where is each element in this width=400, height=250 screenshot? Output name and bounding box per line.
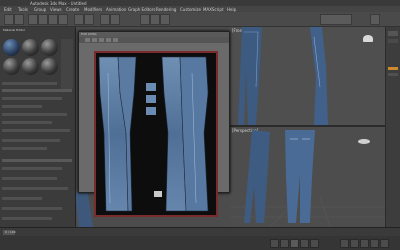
param-row[interactable]	[2, 89, 72, 92]
fov-icon[interactable]	[370, 239, 379, 248]
modifier-stack-item[interactable]	[388, 67, 398, 70]
move-icon[interactable]	[85, 38, 90, 42]
select-icon[interactable]	[28, 14, 38, 25]
param-row[interactable]	[2, 129, 70, 132]
key-mode-icon[interactable]	[270, 239, 279, 248]
play-icon[interactable]	[290, 239, 299, 248]
viewport-front[interactable]: [Front]	[230, 27, 385, 125]
scale-icon[interactable]	[58, 14, 68, 25]
param-row[interactable]	[2, 167, 62, 170]
material-slot[interactable]	[22, 39, 39, 56]
render-icon[interactable]	[160, 14, 170, 25]
pan-icon[interactable]	[350, 239, 359, 248]
mirror-icon[interactable]	[100, 14, 110, 25]
material-slot[interactable]	[22, 58, 39, 75]
frame-counter: 0 / 100	[5, 230, 16, 234]
next-frame-icon[interactable]	[300, 239, 309, 248]
material-slot[interactable]	[3, 58, 20, 75]
command-panel	[386, 27, 400, 227]
param-row[interactable]	[2, 113, 67, 116]
scale-icon[interactable]	[99, 38, 104, 42]
end-frame-icon[interactable]	[310, 239, 319, 248]
param-row[interactable]	[2, 207, 62, 210]
param-row[interactable]	[2, 82, 57, 85]
param-row[interactable]	[2, 97, 62, 100]
material-slot[interactable]	[41, 58, 58, 75]
render-setup-icon[interactable]	[150, 14, 160, 25]
prev-frame-icon[interactable]	[280, 239, 289, 248]
rotate-icon[interactable]	[48, 14, 58, 25]
material-side-toolbar[interactable]	[61, 39, 73, 89]
help-icon[interactable]	[370, 14, 380, 25]
param-row[interactable]	[2, 177, 57, 180]
param-row[interactable]	[2, 217, 52, 220]
param-row[interactable]	[2, 159, 72, 162]
uv-editor-toolbar	[79, 37, 229, 43]
material-slot[interactable]	[41, 39, 58, 56]
viewport-perspective[interactable]: [Perspective]	[230, 127, 385, 227]
move-icon[interactable]	[38, 14, 48, 25]
material-editor-icon[interactable]	[140, 14, 150, 25]
viewcube-icon[interactable]	[363, 35, 373, 42]
orbit-icon[interactable]	[360, 239, 369, 248]
param-row[interactable]	[2, 121, 52, 124]
mirror-icon[interactable]	[113, 38, 118, 42]
maximize-icon[interactable]	[380, 239, 389, 248]
material-editor-panel: Material Editor	[0, 27, 76, 227]
redo-icon[interactable]	[14, 14, 24, 25]
align-icon[interactable]	[110, 14, 120, 25]
snap-icon[interactable]	[74, 14, 84, 25]
undo-icon[interactable]	[4, 14, 14, 25]
create-tab-icon[interactable]	[388, 31, 398, 36]
param-row[interactable]	[2, 105, 42, 108]
param-row[interactable]	[2, 187, 68, 190]
material-slot[interactable]	[3, 39, 20, 56]
modifier-stack-item[interactable]	[388, 73, 398, 76]
uv-editor-title: Edit UVWs	[81, 32, 97, 36]
main-toolbar	[0, 12, 400, 27]
param-row[interactable]	[2, 139, 60, 142]
uv-editor-window: Edit UVWs	[78, 31, 230, 217]
uv-canvas[interactable]	[94, 51, 218, 217]
param-row[interactable]	[2, 197, 42, 200]
rotate-icon[interactable]	[92, 38, 97, 42]
zoom-icon[interactable]	[340, 239, 349, 248]
modify-tab-icon[interactable]	[388, 39, 398, 43]
selection-set-dropdown[interactable]	[320, 14, 352, 25]
material-editor-title: Material Editor	[3, 28, 26, 32]
teapot-icon	[358, 139, 370, 144]
status-bar	[0, 236, 400, 250]
freeform-icon[interactable]	[106, 38, 111, 42]
param-row[interactable]	[2, 147, 47, 150]
angle-snap-icon[interactable]	[84, 14, 94, 25]
